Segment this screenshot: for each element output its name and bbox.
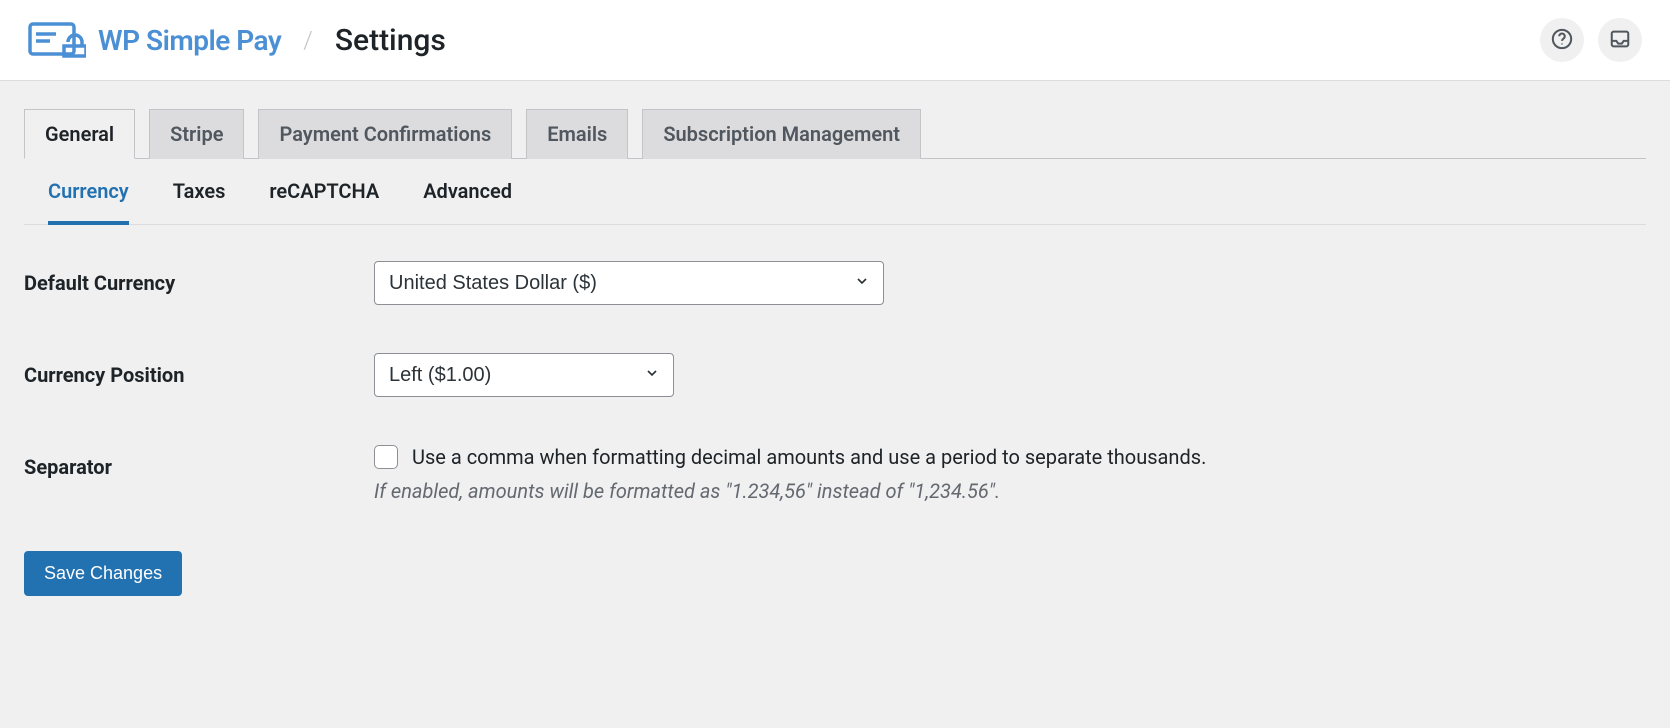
label-default-currency: Default Currency [24, 261, 374, 295]
separator-help-text: If enabled, amounts will be formatted as… [374, 479, 1646, 503]
save-changes-button[interactable]: Save Changes [24, 551, 182, 596]
field-separator: Use a comma when formatting decimal amou… [374, 445, 1646, 503]
subtab-advanced[interactable]: Advanced [423, 179, 512, 225]
field-default-currency: United States Dollar ($) [374, 261, 1646, 305]
content: General Stripe Payment Confirmations Ema… [0, 81, 1670, 620]
brand-logo: WP Simple Pay [28, 20, 281, 60]
separator-checkbox[interactable] [374, 445, 398, 469]
header: WP Simple Pay / Settings [0, 0, 1670, 81]
select-wrapper-currency-position: Left ($1.00) [374, 353, 674, 397]
subtab-currency[interactable]: Currency [48, 179, 129, 225]
row-currency-position: Currency Position Left ($1.00) [24, 353, 1646, 397]
label-separator: Separator [24, 445, 374, 479]
field-currency-position: Left ($1.00) [374, 353, 1646, 397]
brand-name: WP Simple Pay [98, 24, 281, 57]
select-wrapper-default-currency: United States Dollar ($) [374, 261, 884, 305]
inbox-icon [1609, 28, 1631, 53]
main-tabs: General Stripe Payment Confirmations Ema… [24, 81, 1646, 159]
tab-subscription-management[interactable]: Subscription Management [642, 109, 921, 159]
page-title: Settings [335, 23, 446, 58]
separator-checkbox-row: Use a comma when formatting decimal amou… [374, 445, 1646, 469]
header-divider: / [303, 26, 313, 54]
label-currency-position: Currency Position [24, 353, 374, 387]
tab-emails[interactable]: Emails [526, 109, 628, 159]
tab-stripe[interactable]: Stripe [149, 109, 244, 159]
row-default-currency: Default Currency United States Dollar ($… [24, 261, 1646, 305]
currency-position-select[interactable]: Left ($1.00) [374, 353, 674, 397]
separator-checkbox-label: Use a comma when formatting decimal amou… [412, 445, 1206, 469]
tab-general[interactable]: General [24, 109, 135, 159]
default-currency-select[interactable]: United States Dollar ($) [374, 261, 884, 305]
help-icon [1551, 28, 1573, 53]
help-button[interactable] [1540, 18, 1584, 62]
inbox-button[interactable] [1598, 18, 1642, 62]
header-actions [1540, 18, 1642, 62]
tab-payment-confirmations[interactable]: Payment Confirmations [258, 109, 512, 159]
wpsimplepay-logo-icon [28, 20, 86, 60]
subtab-recaptcha[interactable]: reCAPTCHA [269, 179, 379, 225]
sub-tabs: Currency Taxes reCAPTCHA Advanced [24, 159, 1646, 225]
settings-form: Default Currency United States Dollar ($… [24, 225, 1646, 596]
row-separator: Separator Use a comma when formatting de… [24, 445, 1646, 503]
subtab-taxes[interactable]: Taxes [173, 179, 226, 225]
